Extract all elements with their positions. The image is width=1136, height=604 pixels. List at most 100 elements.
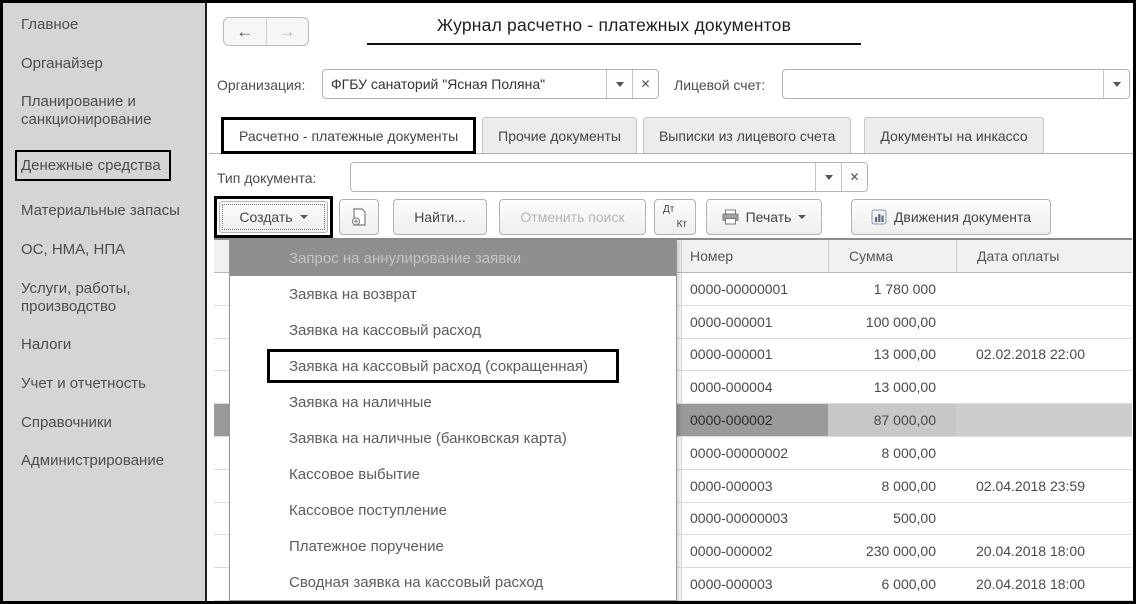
cell-number: 0000-000002 (681, 535, 828, 568)
sidebar-item[interactable]: ОС, НМА, НПА (21, 241, 197, 259)
back-button[interactable]: ← (224, 18, 266, 45)
create-button-label: Создать (239, 209, 293, 225)
menu-item[interactable]: Заявка на наличные (банковская карта) (230, 420, 676, 456)
organization-caret-button[interactable] (606, 70, 632, 98)
cell-sum: 100 000,00 (865, 313, 936, 330)
account-caret-button[interactable] (1103, 70, 1129, 98)
cell-number: 0000-000004 (681, 371, 828, 404)
document-movements-button[interactable]: Движения документа (851, 199, 1051, 235)
cell-date (956, 371, 1132, 403)
column-header-date[interactable]: Дата оплаты (956, 240, 1132, 272)
cell-number: 0000-00000003 (681, 502, 828, 535)
menu-item-label: Запрос на аннулирование заявки (289, 249, 522, 267)
tab-label: Прочие документы (498, 127, 621, 144)
tab-label: Расчетно - платежные документы (239, 127, 459, 144)
sidebar-item-label: Справочники (21, 413, 112, 431)
sidebar-item[interactable]: Органайзер (21, 55, 197, 73)
find-button[interactable]: Найти... (393, 199, 487, 235)
copy-document-button[interactable] (339, 199, 379, 235)
cell-sum: 230 000,00 (865, 543, 936, 560)
caret-down-icon (798, 215, 807, 219)
column-header-sum[interactable]: Сумма (828, 240, 956, 272)
account-value (783, 70, 1103, 98)
printer-icon (722, 209, 739, 225)
menu-item-label: Заявка на наличные (банковская карта) (289, 429, 567, 447)
tab[interactable]: Документы на инкассо (864, 117, 1044, 153)
menu-item-label: Заявка на кассовый расход (сокращенная) (289, 357, 588, 375)
cell-date: 02.02.2018 22:00 (976, 346, 1085, 363)
account-combo[interactable] (782, 69, 1130, 99)
cell-sum: 6 000,00 (881, 576, 937, 593)
sidebar-item-label: Органайзер (21, 54, 103, 72)
menu-item[interactable]: Кассовое поступление (230, 492, 676, 528)
sidebar-item[interactable]: Администрирование (21, 452, 197, 470)
sidebar-item[interactable]: Денежные средства (15, 149, 197, 182)
organization-clear-button[interactable]: ✕ (632, 70, 658, 98)
menu-item[interactable]: Сводная заявка на кассовый расход (230, 564, 676, 600)
column-header-number[interactable]: Номер (681, 240, 828, 272)
close-icon: ✕ (640, 77, 651, 91)
cell-sum: 8 000,00 (881, 477, 937, 494)
menu-item[interactable]: Кассовое выбытие (230, 456, 676, 492)
sidebar-item[interactable]: Планирование и санкционирование (21, 93, 197, 128)
cell-number: 0000-000001 (681, 338, 828, 371)
chevron-down-icon (615, 81, 624, 87)
sidebar-item[interactable]: Услуги, работы, производство (21, 280, 197, 315)
sidebar-item[interactable]: Справочники (21, 414, 197, 432)
cell-date (956, 503, 1132, 535)
app-window: Главное Органайзер Планирование и санкци… (0, 0, 1136, 604)
sidebar-item[interactable]: Учет и отчетность (21, 375, 197, 393)
menu-item-label: Заявка на возврат (289, 285, 417, 303)
tab-label: Документы на инкассо (880, 127, 1028, 144)
menu-item[interactable]: Платежное поручение (230, 528, 676, 564)
menu-item[interactable]: Заявка на кассовый расход (сокращенная) (230, 348, 676, 384)
cancel-search-button[interactable]: Отменить поиск (499, 199, 646, 235)
tab[interactable]: Выписки из лицевого счета (642, 117, 852, 153)
menu-item[interactable]: Заявка на кассовый расход (230, 312, 676, 348)
doc-type-combo[interactable]: ✕ (350, 162, 868, 192)
cell-sum: 13 000,00 (873, 346, 936, 363)
cell-number: 0000-000003 (681, 469, 828, 502)
forward-button[interactable]: → (265, 18, 309, 45)
cell-date: 20.04.2018 18:00 (976, 576, 1085, 593)
sidebar-item-label: Администрирование (21, 452, 165, 470)
kt-label: Кт (676, 219, 687, 230)
sidebar-item[interactable]: Материальные запасы (21, 202, 197, 220)
print-button[interactable]: Печать (706, 199, 822, 235)
sidebar-item[interactable]: Налоги (21, 336, 197, 354)
page-title: Журнал расчетно - платежных документов (367, 15, 861, 45)
organization-label: Организация: (217, 77, 306, 93)
print-button-label: Печать (745, 209, 792, 225)
cell-date (956, 306, 1132, 338)
sidebar-item-label: Материальные запасы (21, 202, 180, 220)
cell-number: 0000-000003 (681, 568, 828, 600)
dt-kt-button[interactable]: Дт Кт (654, 199, 696, 235)
cell-number: 0000-00000002 (681, 436, 828, 469)
cell-number: 0000-000002 (681, 404, 828, 436)
menu-item-label: Заявка на наличные (289, 393, 432, 411)
tab[interactable]: Прочие документы (482, 117, 637, 153)
tab[interactable]: Расчетно - платежные документы (221, 117, 477, 154)
cell-sum: 87 000,00 (828, 404, 956, 436)
menu-item-label: Заявка на кассовый расход (289, 321, 482, 339)
sidebar-item-label: Планирование и санкционирование (21, 93, 152, 129)
caret-down-icon (299, 215, 308, 219)
menu-item[interactable]: Запрос на аннулирование заявки (230, 240, 676, 276)
doc-type-caret-button[interactable] (815, 163, 841, 191)
organization-combo[interactable]: ФГБУ санаторий "Ясная Поляна" ✕ (322, 69, 659, 99)
doc-type-clear-button[interactable]: ✕ (841, 163, 867, 191)
menu-item[interactable]: Заявка на возврат (230, 276, 676, 312)
chevron-down-icon (1112, 81, 1121, 87)
cell-date: 20.04.2018 18:00 (976, 543, 1085, 560)
sidebar-item-label: Денежные средства (15, 149, 171, 182)
create-button[interactable]: Создать (219, 201, 328, 233)
menu-item[interactable]: Заявка на наличные (230, 384, 676, 420)
cell-date (956, 404, 1132, 436)
cell-sum: 8 000,00 (881, 444, 937, 461)
chevron-down-icon (824, 174, 833, 180)
tab-label: Выписки из лицевого счета (658, 127, 836, 144)
menu-item-label: Сводная заявка на кассовый расход (289, 573, 544, 591)
menu-item-label: Кассовое поступление (289, 501, 447, 519)
sidebar-item[interactable]: Главное (21, 16, 197, 34)
create-button-annotation: Создать (214, 196, 333, 238)
